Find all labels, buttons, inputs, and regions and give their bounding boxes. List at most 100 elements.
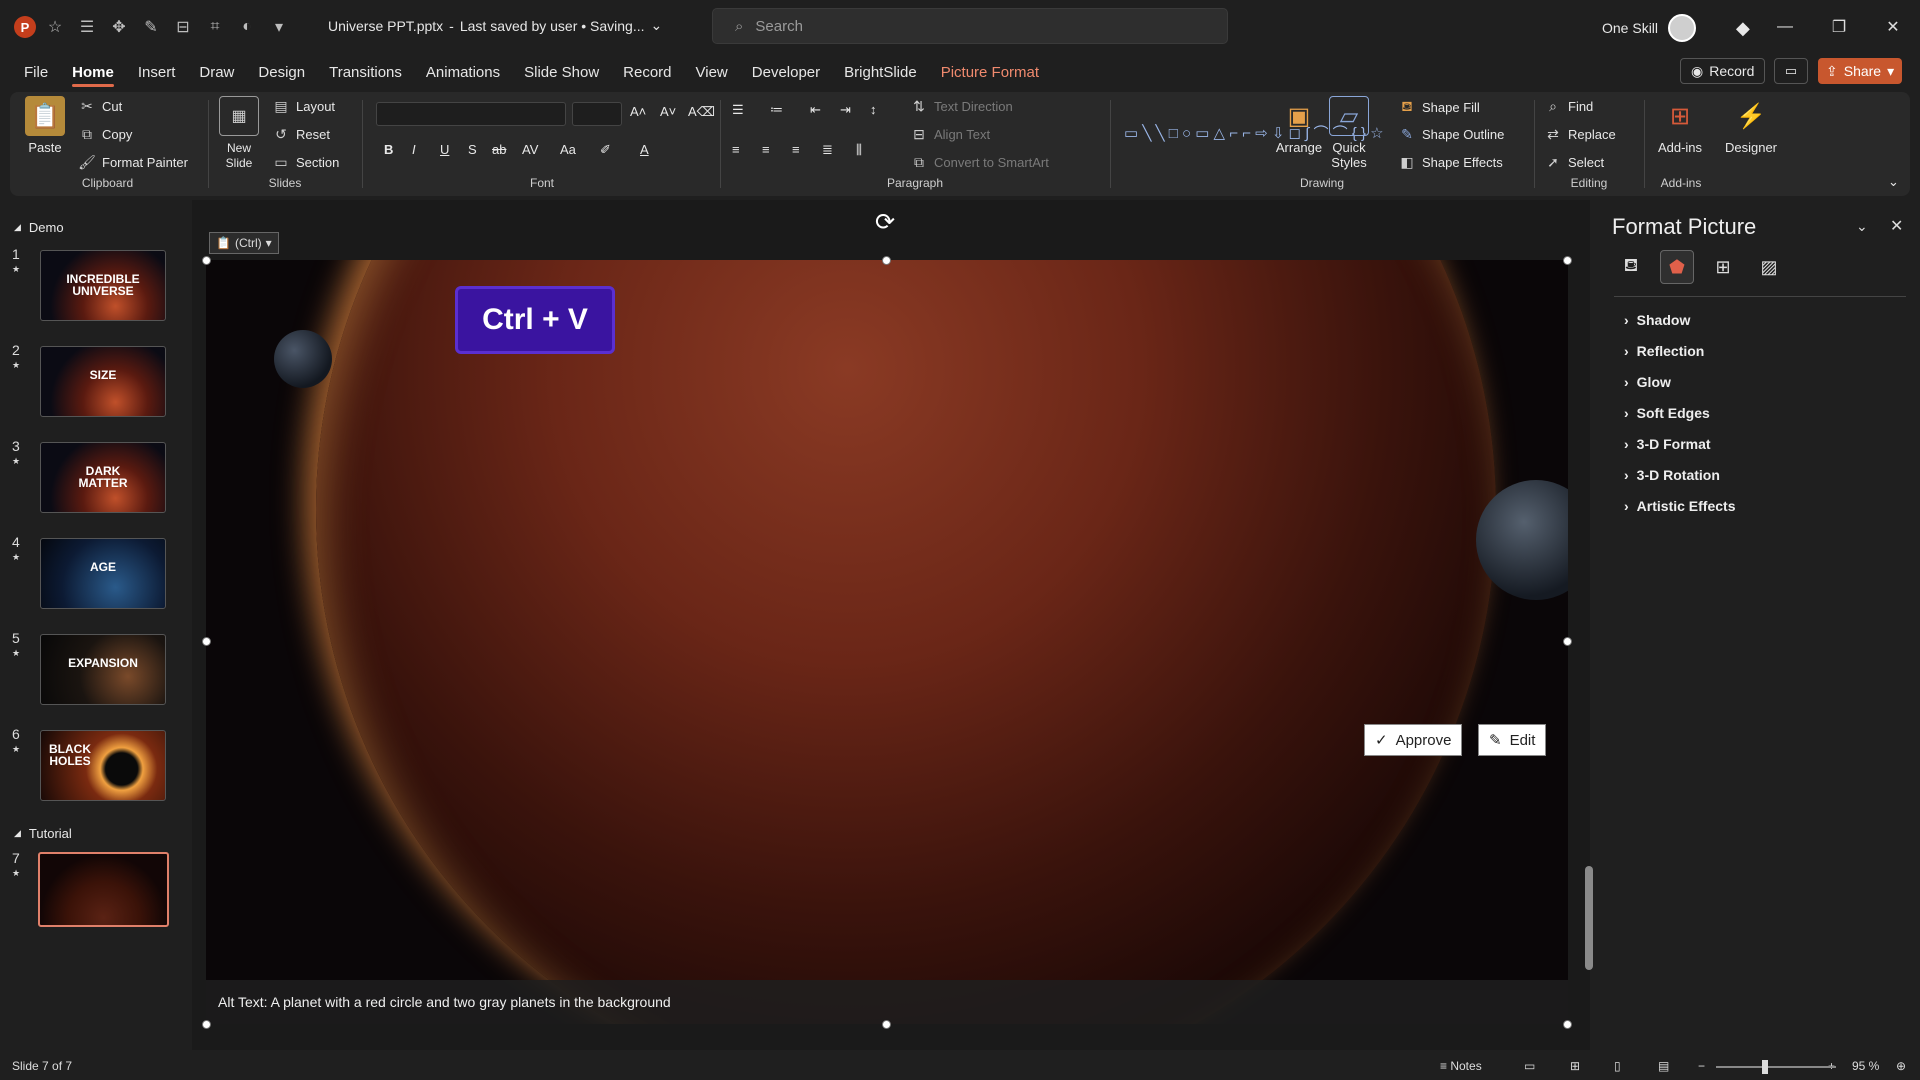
justify-icon[interactable]: ≣ (822, 142, 833, 158)
list-icon[interactable]: ☰ (74, 14, 100, 40)
align-left-icon[interactable]: ≡ (732, 142, 740, 157)
chevron-down-icon[interactable]: ⌄ (1856, 218, 1868, 235)
align-right-icon[interactable]: ≡ (792, 142, 800, 157)
reading-view-icon[interactable]: ▯ (1614, 1059, 1621, 1073)
tab-picture-format[interactable]: Picture Format (929, 54, 1051, 90)
table-icon[interactable]: ⊟ (170, 14, 196, 40)
3d-rotation-section[interactable]: › 3-D Rotation (1624, 467, 1720, 483)
slide-thumbnail-6[interactable]: BLACK HOLES (40, 730, 166, 801)
3d-format-section[interactable]: › 3-D Format (1624, 436, 1711, 452)
shape-outline-button[interactable]: ✎ Shape Outline (1398, 126, 1504, 143)
change-case-button[interactable]: Aa (560, 142, 576, 157)
resize-handle[interactable] (882, 256, 891, 265)
tab-slide-show[interactable]: Slide Show (512, 54, 611, 90)
find-button[interactable]: ⌕ Find (1544, 98, 1593, 115)
crop-icon[interactable]: ⌗ (202, 14, 228, 40)
draw-icon[interactable]: ✎ (138, 14, 164, 40)
format-painter-button[interactable]: 🖌 Format Painter (78, 154, 188, 171)
restore-icon[interactable]: ❐ (1812, 0, 1866, 54)
tab-record[interactable]: Record (611, 54, 683, 90)
tab-draw[interactable]: Draw (187, 54, 246, 90)
zoom-out-icon[interactable]: − (1698, 1059, 1705, 1073)
resize-handle[interactable] (1563, 637, 1572, 646)
replace-button[interactable]: ⇄ Replace (1544, 126, 1616, 143)
section-tutorial[interactable]: ◢ Tutorial (14, 826, 72, 841)
quick-styles-button[interactable]: ▱ Quick Styles (1322, 96, 1376, 170)
resize-handle[interactable] (1563, 1020, 1572, 1029)
tab-transitions[interactable]: Transitions (317, 54, 414, 90)
align-text-button[interactable]: ⊟ Align Text (910, 126, 990, 143)
increase-indent-icon[interactable]: ⇥ (840, 102, 851, 118)
numbering-icon[interactable]: ≔ (770, 102, 783, 118)
approve-button[interactable]: ✓ Approve (1364, 724, 1463, 756)
slide-thumbnail-5[interactable]: EXPANSION (40, 634, 166, 705)
resize-handle[interactable] (202, 256, 211, 265)
notes-button[interactable]: ≡ Notes (1440, 1059, 1482, 1073)
font-size-dropdown[interactable] (572, 102, 622, 126)
tab-animations[interactable]: Animations (414, 54, 512, 90)
underline-button[interactable]: U (440, 142, 449, 157)
minimize-icon[interactable]: — (1758, 0, 1812, 54)
record-button[interactable]: ◉ Record (1680, 58, 1766, 84)
decrease-font-size-icon[interactable]: A˅ (660, 104, 676, 119)
resize-handle[interactable] (1563, 256, 1572, 265)
new-slide-button[interactable]: ▦ New Slide (214, 96, 264, 170)
planet-image[interactable] (316, 260, 1496, 1024)
search-box[interactable]: ⌕ Search (712, 8, 1228, 44)
close-icon[interactable]: ✕ (1890, 216, 1903, 236)
zoom-slider[interactable] (1716, 1066, 1836, 1068)
select-button[interactable]: ➚ Select (1544, 154, 1604, 171)
tab-insert[interactable]: Insert (126, 54, 188, 90)
soft-edges-section[interactable]: › Soft Edges (1624, 405, 1710, 421)
tab-brightslide[interactable]: BrightSlide (832, 54, 929, 90)
artistic-effects-section[interactable]: › Artistic Effects (1624, 498, 1735, 514)
slideshow-icon[interactable]: ▤ (1658, 1059, 1669, 1073)
share-button[interactable]: ⇪ Share ▾ (1818, 58, 1903, 84)
comments-button[interactable]: ▭ (1774, 58, 1808, 84)
shadow-section[interactable]: › Shadow (1624, 312, 1690, 328)
fill-line-icon[interactable]: ⛾ (1614, 250, 1648, 284)
convert-smartart-button[interactable]: ⧉ Convert to SmartArt (910, 154, 1049, 171)
bullets-icon[interactable]: ☰ (732, 102, 744, 118)
font-color-icon[interactable]: A (640, 142, 649, 157)
reflection-section[interactable]: › Reflection (1624, 343, 1704, 359)
effects-icon[interactable]: ⬟ (1660, 250, 1694, 284)
layout-button[interactable]: ▤ Layout (272, 98, 335, 115)
diamond-icon[interactable]: ◆ (1736, 18, 1750, 39)
arrange-button[interactable]: ▣ Arrange (1272, 96, 1326, 156)
cut-button[interactable]: ✂ Cut (78, 98, 122, 115)
fit-slide-icon[interactable]: ⊕ (1896, 1059, 1906, 1073)
columns-icon[interactable]: ⫼ (856, 142, 862, 158)
shapes-icon[interactable]: ◐ (234, 14, 260, 40)
designer-button[interactable]: ⚡ Designer (1720, 96, 1782, 156)
resize-handle[interactable] (202, 1020, 211, 1029)
highlighter-icon[interactable]: ✐ (600, 142, 611, 158)
collapse-ribbon-icon[interactable]: ⌄ (1888, 174, 1899, 190)
shapes-gallery[interactable]: ▭ ╲ ╲ □ ○ ▭ △ ⌐ ⌐ ⇨ ⇩ ◻ ∫ ⌒ ⌒ { } ☆ (1124, 100, 1384, 168)
slide-sorter-icon[interactable]: ⊞ (1570, 1059, 1580, 1073)
glow-section[interactable]: › Glow (1624, 374, 1671, 390)
picture-icon[interactable]: ▨ (1752, 250, 1786, 284)
text-direction-button[interactable]: ⇅ Text Direction (910, 98, 1013, 115)
normal-view-icon[interactable]: ▭ (1524, 1059, 1535, 1073)
character-spacing-icon[interactable]: AV (522, 142, 538, 157)
addins-button[interactable]: ⊞ Add-ins (1650, 96, 1710, 156)
bold-button[interactable]: B (384, 142, 393, 157)
clear-formatting-icon[interactable]: A⌫ (688, 104, 715, 120)
tab-developer[interactable]: Developer (740, 54, 832, 90)
user-account[interactable]: One Skill ◆ (1602, 14, 1750, 42)
zoom-level[interactable]: 95 % (1852, 1059, 1879, 1073)
slide-thumbnail-3[interactable]: DARK MATTER (40, 442, 166, 513)
autosave-icon[interactable]: ☆ (42, 14, 68, 40)
paste-options-button[interactable]: 📋 (Ctrl) ▾ (209, 232, 279, 254)
customize-qat-icon[interactable]: ▾ (266, 14, 292, 40)
zoom-slider-handle[interactable] (1762, 1060, 1768, 1074)
shape-effects-button[interactable]: ◧ Shape Effects (1398, 154, 1502, 171)
resize-handle[interactable] (882, 1020, 891, 1029)
italic-button[interactable]: I (412, 142, 416, 157)
rotate-handle-icon[interactable]: ⟳ (875, 208, 895, 237)
size-properties-icon[interactable]: ⊞ (1706, 250, 1740, 284)
close-icon[interactable]: ✕ (1866, 0, 1920, 54)
decrease-indent-icon[interactable]: ⇤ (810, 102, 821, 118)
slide-thumbnail-7[interactable] (38, 852, 169, 927)
